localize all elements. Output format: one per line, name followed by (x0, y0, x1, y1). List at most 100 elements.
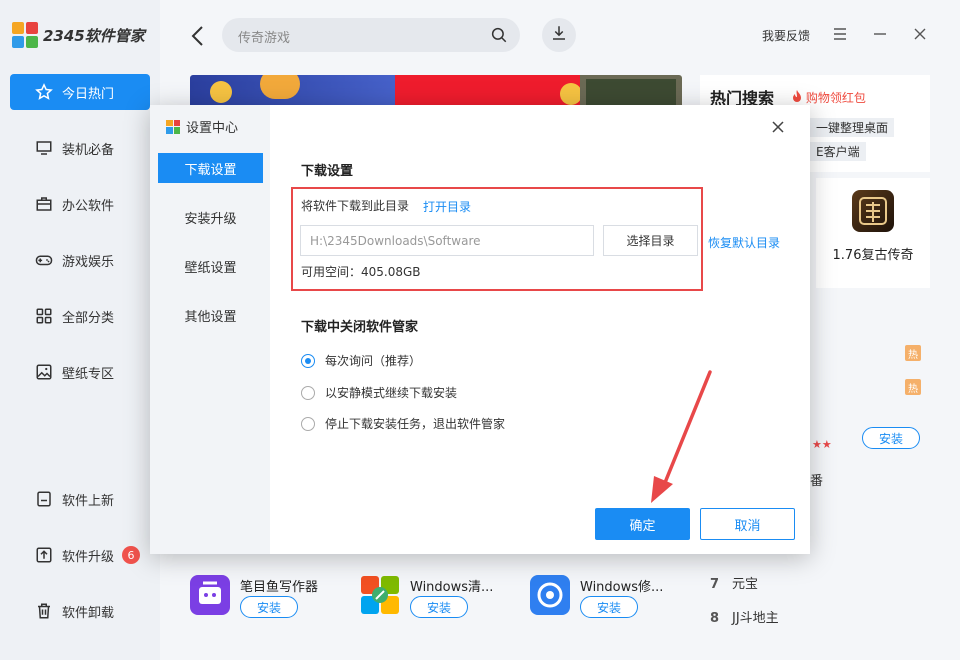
radio-silent-continue[interactable]: 以安静模式继续下载安装 (301, 384, 457, 401)
sidebar-item-label: 软件上新 (62, 493, 115, 509)
choose-dir-button[interactable]: 选择目录 (603, 225, 698, 256)
restore-default-link[interactable]: 恢复默认目录 (708, 234, 780, 251)
open-dir-link[interactable]: 打开目录 (423, 198, 471, 215)
sidebar-item-label: 今日热门 (62, 86, 115, 102)
confirm-button[interactable]: 确定 (595, 508, 690, 540)
section-title-close: 下载中关闭软件管家 (301, 320, 419, 335)
radio-stop-and-exit[interactable]: 停止下载安装任务，退出软件管家 (301, 415, 505, 432)
sidebar-item-games[interactable]: 游戏娱乐 (10, 242, 150, 278)
sidebar-item-essentials[interactable]: 装机必备 (10, 130, 150, 166)
hot-search-subtitle: 购物领红包 (805, 91, 866, 105)
download-dir-label: 将软件下载到此目录 (301, 199, 410, 213)
ranking-item[interactable]: 7 元宝 (710, 573, 758, 592)
windows-cleaner-icon (360, 575, 400, 615)
sidebar-item-wallpaper[interactable]: 壁纸专区 (10, 354, 150, 390)
download-path-field[interactable]: H:\2345Downloads\Software (300, 225, 594, 256)
logo-text: 2345软件管家 (43, 26, 145, 45)
dialog-close-icon[interactable] (770, 119, 786, 135)
hot-search-tag[interactable]: E客户端 (810, 142, 866, 161)
fire-icon (792, 90, 806, 105)
sidebar-item-label: 软件卸载 (62, 605, 115, 621)
shopping-promo-link[interactable]: 购物领红包 (792, 89, 866, 106)
hot-badge: 热 (905, 379, 921, 395)
settings-tab-download[interactable]: 下载设置 (158, 153, 263, 183)
download-icon (550, 24, 568, 46)
minimize-icon[interactable] (872, 26, 888, 42)
sidebar-item-categories[interactable]: 全部分类 (10, 298, 150, 334)
settings-tab-other[interactable]: 其他设置 (158, 300, 263, 330)
sidebar-item-label: 游戏娱乐 (62, 254, 115, 270)
sidebar-item-upgrade[interactable]: 软件升级 6 (10, 537, 150, 573)
game-icon (852, 190, 894, 232)
search-placeholder: 传奇游戏 (238, 31, 291, 46)
radio-icon (301, 385, 315, 400)
upload-icon (34, 545, 54, 565)
feedback-link[interactable]: 我要反馈 (762, 27, 810, 44)
section-title-download: 下载设置 (301, 164, 354, 179)
radio-label: 以安静模式继续下载安装 (325, 386, 458, 400)
writer-app-icon (190, 575, 230, 615)
app-logo: 2345软件管家 (12, 22, 145, 48)
sidebar-item-label: 壁纸专区 (62, 366, 115, 382)
sidebar-item-label: 装机必备 (62, 142, 115, 158)
dialog-title: 设置中心 (166, 117, 238, 136)
rank-number: 7 (710, 577, 720, 592)
install-button[interactable]: 安装 (580, 596, 638, 618)
app-card[interactable]: 笔目鱼写作器 安装 (190, 575, 350, 621)
search-icon[interactable] (490, 26, 508, 48)
app-name: Windows修... (580, 580, 664, 595)
monitor-icon (34, 138, 54, 158)
sidebar: 2345软件管家 今日热门 装机必备 办公软件 游戏娱乐 全部分类 壁纸专区 软… (0, 0, 160, 660)
windows-repair-icon (530, 575, 570, 615)
radio-selected-icon (301, 353, 315, 368)
game-card[interactable]: 1.76复古传奇 (816, 178, 930, 288)
sidebar-item-label: 软件升级 (62, 549, 115, 565)
ranking-item[interactable]: 8 JJ斗地主 (710, 607, 779, 626)
rank-name: JJ斗地主 (732, 611, 779, 626)
upgrade-count-badge: 6 (122, 546, 141, 564)
dialog-title-text: 设置中心 (186, 121, 239, 136)
app-name: 笔目鱼写作器 (240, 580, 319, 595)
back-icon[interactable] (188, 24, 208, 48)
rank-name: 元宝 (732, 577, 759, 592)
settings-tab-wallpaper[interactable]: 壁纸设置 (158, 251, 263, 281)
sidebar-item-office[interactable]: 办公软件 (10, 186, 150, 222)
game-name: 1.76复古传奇 (832, 248, 914, 263)
settings-logo-icon (166, 119, 180, 134)
logo-icon (12, 22, 38, 48)
star-icon (34, 82, 54, 102)
rating-stars: ★★ (812, 438, 832, 451)
install-button[interactable]: 安装 (240, 596, 298, 618)
radio-icon (301, 416, 315, 431)
hot-search-tag[interactable]: 一键整理桌面 (810, 118, 895, 137)
install-button[interactable]: 安装 (862, 427, 920, 449)
settings-dialog: 设置中心 下载设置 安装升级 壁纸设置 其他设置 下载设置 将软件下载到此目录 … (150, 105, 810, 554)
download-manager-button[interactable] (542, 18, 576, 52)
search-input[interactable]: 传奇游戏 (222, 18, 520, 52)
gamepad-icon (34, 250, 54, 270)
close-icon[interactable] (912, 26, 928, 42)
menu-icon[interactable] (832, 26, 848, 42)
rank-number: 8 (710, 611, 720, 626)
sidebar-item-label: 办公软件 (62, 198, 115, 214)
radio-label: 停止下载安装任务，退出软件管家 (325, 417, 506, 431)
bookmark-icon (34, 489, 54, 509)
install-button[interactable]: 安装 (410, 596, 468, 618)
sidebar-item-new-software[interactable]: 软件上新 (10, 481, 150, 517)
sidebar-item-today-hot[interactable]: 今日热门 (10, 74, 150, 110)
settings-nav: 设置中心 下载设置 安装升级 壁纸设置 其他设置 (150, 105, 270, 554)
settings-tab-install[interactable]: 安装升级 (158, 202, 263, 232)
free-space-text: 可用空间：405.08GB (301, 265, 421, 279)
sidebar-item-label: 全部分类 (62, 310, 115, 326)
grid-icon (34, 306, 54, 326)
radio-label: 每次询问（推荐） (325, 354, 422, 368)
cancel-button[interactable]: 取消 (700, 508, 795, 540)
app-card[interactable]: Windows清... 安装 (360, 575, 520, 621)
sidebar-item-uninstall[interactable]: 软件卸载 (10, 593, 150, 629)
briefcase-icon (34, 194, 54, 214)
image-icon (34, 362, 54, 382)
top-bar: 传奇游戏 我要反馈 (160, 0, 960, 70)
app-card[interactable]: Windows修... 安装 (530, 575, 690, 621)
radio-ask-every-time[interactable]: 每次询问（推荐） (301, 352, 421, 369)
app-name: Windows清... (410, 580, 494, 595)
